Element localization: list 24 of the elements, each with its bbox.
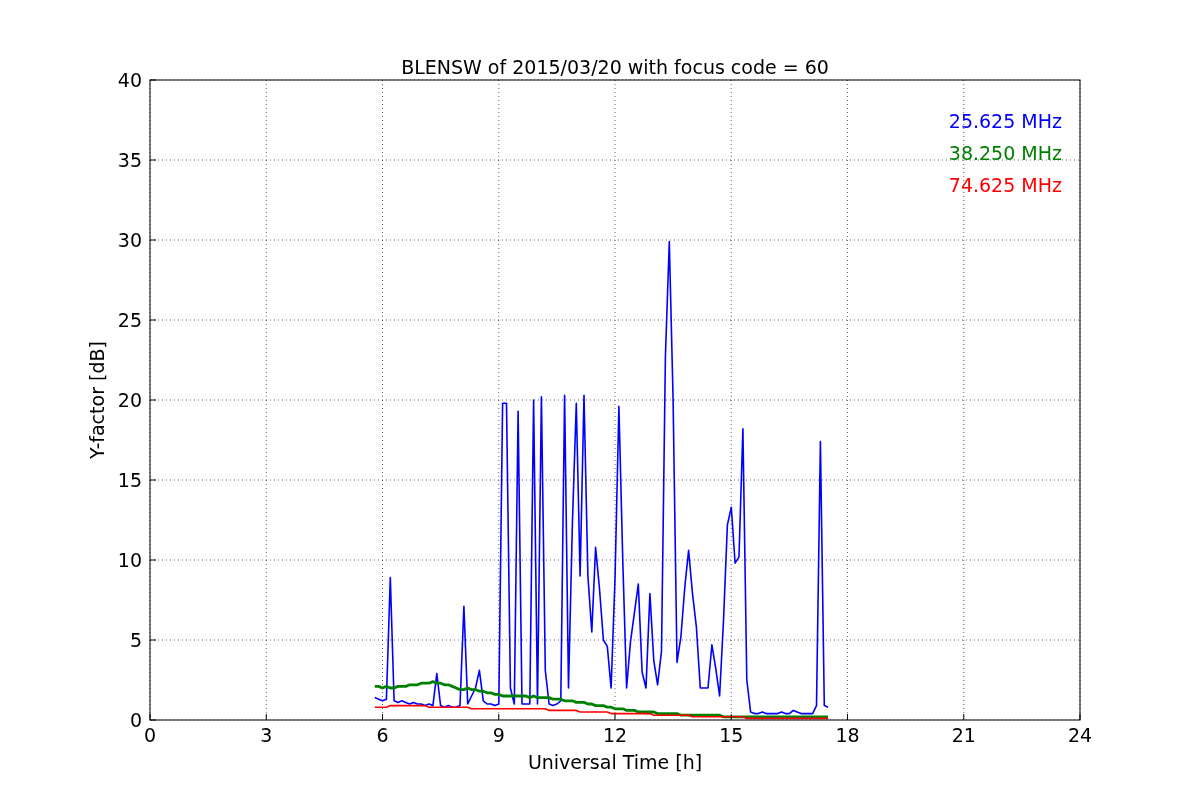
- y-tick-label: 25: [117, 309, 142, 331]
- x-tick-label: 9: [492, 724, 505, 746]
- y-tick-label: 20: [117, 389, 142, 411]
- x-tick-label: 12: [602, 724, 628, 746]
- y-tick-label: 10: [117, 549, 142, 571]
- legend-label: 38.250 MHz: [948, 142, 1062, 164]
- x-tick-label: 24: [1067, 724, 1093, 746]
- y-tick-label: 40: [117, 69, 142, 91]
- x-tick-label: 6: [376, 724, 389, 746]
- x-tick-label: 21: [951, 724, 976, 746]
- y-tick-label: 15: [117, 469, 142, 491]
- legend-label: 74.625 MHz: [948, 174, 1062, 196]
- legend-label: 25.625 MHz: [948, 110, 1062, 132]
- y-axis-label: Y-factor [dB]: [86, 341, 108, 459]
- y-tick-label: 0: [129, 709, 142, 731]
- x-tick-label: 18: [835, 724, 860, 746]
- chart-title: BLENSW of 2015/03/20 with focus code = 60: [401, 56, 829, 78]
- x-axis-label: Universal Time [h]: [527, 751, 703, 773]
- x-tick-label: 15: [719, 724, 744, 746]
- x-tick-label: 3: [260, 724, 273, 746]
- y-tick-label: 30: [117, 229, 142, 251]
- y-tick-label: 5: [129, 629, 142, 651]
- x-tick-label: 0: [143, 724, 157, 746]
- y-tick-label: 35: [117, 149, 142, 171]
